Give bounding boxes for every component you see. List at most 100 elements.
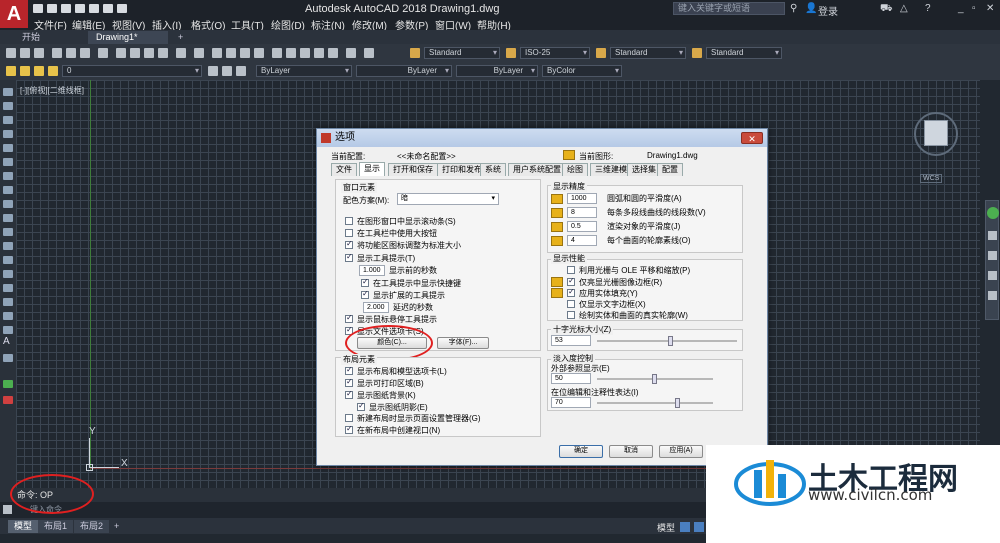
paper-shadow-checkbox[interactable]: [357, 401, 365, 411]
tab-user-preferences[interactable]: 用户系统配置: [508, 163, 566, 176]
crosshair-size-input[interactable]: 53: [551, 335, 591, 346]
delete-icon[interactable]: [3, 396, 13, 404]
polyline-segments-input[interactable]: 8: [567, 207, 597, 218]
raster-frame-checkbox[interactable]: [567, 276, 575, 286]
extended-tooltips-checkbox[interactable]: [361, 289, 369, 299]
point-icon[interactable]: [3, 270, 13, 278]
make-block-icon[interactable]: [3, 256, 13, 264]
tab-3d-modeling[interactable]: 三维建模: [590, 163, 632, 176]
tab-add-layout[interactable]: +: [108, 520, 125, 533]
bulb-icon[interactable]: [20, 66, 30, 76]
redo-icon[interactable]: [194, 48, 204, 58]
tab-drawing1[interactable]: Drawing1*: [88, 31, 168, 44]
grid-toggle-icon[interactable]: [680, 522, 690, 532]
tab-display[interactable]: 显示: [359, 162, 385, 176]
tab-open-save[interactable]: 打开和保存: [388, 163, 438, 176]
tab-selection[interactable]: 选择集: [627, 163, 661, 176]
table-style-select[interactable]: Standard: [610, 47, 686, 59]
binoculars-icon[interactable]: ⚲: [790, 3, 797, 14]
solid-fill-checkbox[interactable]: [567, 287, 575, 297]
ribbon-icon-size-checkbox[interactable]: [345, 239, 353, 249]
zoom-window-icon[interactable]: [240, 48, 250, 58]
quickcalc-icon[interactable]: [346, 48, 356, 58]
lock-icon[interactable]: [48, 66, 58, 76]
polyline-icon[interactable]: [3, 116, 13, 124]
xref-slider-thumb[interactable]: [652, 374, 657, 384]
spline-icon[interactable]: [3, 200, 13, 208]
snap-toggle-icon[interactable]: [694, 522, 704, 532]
help-icon[interactable]: ?: [925, 3, 931, 14]
tab-files[interactable]: 文件: [331, 163, 357, 176]
copy-icon[interactable]: [130, 48, 140, 58]
layout-model-tabs-checkbox[interactable]: [345, 365, 353, 375]
arc-icon[interactable]: [3, 158, 13, 166]
tab-add[interactable]: +: [170, 31, 191, 44]
close-icon[interactable]: ✕: [986, 3, 994, 14]
steeringwheel-icon[interactable]: [987, 207, 999, 219]
make-current-icon[interactable]: [208, 66, 218, 76]
tooltip-delay-input[interactable]: 1.000: [359, 265, 385, 276]
orbit-icon[interactable]: [988, 271, 997, 280]
sun-icon[interactable]: [34, 66, 44, 76]
table-icon[interactable]: [3, 326, 13, 334]
sheet-set-icon[interactable]: [314, 48, 324, 58]
fonts-button[interactable]: 字体(F)...: [437, 337, 489, 349]
tab-start[interactable]: 开始: [14, 31, 48, 44]
color-scheme-select[interactable]: 暗 ▾: [397, 193, 499, 205]
render-smoothness-input[interactable]: 0.5: [567, 221, 597, 232]
new-icon[interactable]: [33, 4, 43, 13]
plotstyle-select[interactable]: ByColor: [542, 65, 622, 77]
linetype-select[interactable]: ByLayer: [356, 65, 452, 77]
dim-style-select[interactable]: ISO-25: [520, 47, 590, 59]
match-properties-icon[interactable]: [158, 48, 168, 58]
zoom-realtime-icon[interactable]: [226, 48, 236, 58]
ok-button[interactable]: 确定: [559, 445, 603, 458]
scrollbars-checkbox[interactable]: [345, 217, 353, 225]
ellipse-arc-icon[interactable]: [3, 228, 13, 236]
crosshair-slider-thumb[interactable]: [668, 336, 674, 346]
polygon-icon[interactable]: [3, 130, 13, 138]
tool-palettes-icon[interactable]: [300, 48, 310, 58]
dialog-close-button[interactable]: ✕: [741, 132, 763, 144]
markup-icon[interactable]: [328, 48, 338, 58]
save-icon[interactable]: [34, 48, 44, 58]
tab-profiles[interactable]: 配置: [657, 163, 683, 176]
tab-layout2[interactable]: 布局2: [74, 520, 110, 533]
gradient-icon[interactable]: [3, 298, 13, 306]
print-icon[interactable]: [89, 4, 99, 13]
tab-layout1[interactable]: 布局1: [38, 520, 74, 533]
mtext-icon[interactable]: A: [3, 337, 13, 347]
inplace-slider-thumb[interactable]: [675, 398, 681, 408]
text-boundary-checkbox[interactable]: [567, 300, 575, 308]
pan-icon[interactable]: [988, 231, 997, 240]
autocad-logo-icon[interactable]: A: [0, 0, 28, 28]
undo-icon[interactable]: [103, 4, 113, 13]
wcs-menu[interactable]: WCS: [920, 174, 943, 183]
designcenter-icon[interactable]: [286, 48, 296, 58]
login-link[interactable]: 登录: [818, 3, 838, 18]
contour-lines-input[interactable]: 4: [567, 235, 597, 246]
arc-smoothness-input[interactable]: 1000: [567, 193, 597, 204]
paste-icon[interactable]: [144, 48, 154, 58]
user-icon[interactable]: 👤: [805, 3, 817, 14]
publish-icon[interactable]: [80, 48, 90, 58]
showmotion-icon[interactable]: [988, 291, 997, 300]
layer-manager-icon[interactable]: [6, 66, 16, 76]
layer-select[interactable]: 0: [62, 65, 202, 77]
large-buttons-checkbox[interactable]: [345, 229, 353, 237]
circle-icon[interactable]: [3, 172, 13, 180]
open-icon[interactable]: [20, 48, 30, 58]
extended-delay-input[interactable]: 2.000: [363, 302, 389, 313]
tab-model[interactable]: 模型: [8, 520, 39, 533]
construction-line-icon[interactable]: [3, 102, 13, 110]
ellipse-icon[interactable]: [3, 214, 13, 222]
tab-system[interactable]: 系统: [480, 163, 506, 176]
open-icon[interactable]: [47, 4, 57, 13]
viewport-label[interactable]: [-][俯视][二维线框]: [20, 85, 84, 96]
revcloud-icon[interactable]: [3, 186, 13, 194]
inplace-edit-input[interactable]: 70: [551, 397, 591, 408]
text-style-select[interactable]: Standard: [424, 47, 500, 59]
redo-icon[interactable]: [117, 4, 127, 13]
properties-icon[interactable]: [272, 48, 282, 58]
autodesk-icon[interactable]: △: [900, 3, 908, 14]
